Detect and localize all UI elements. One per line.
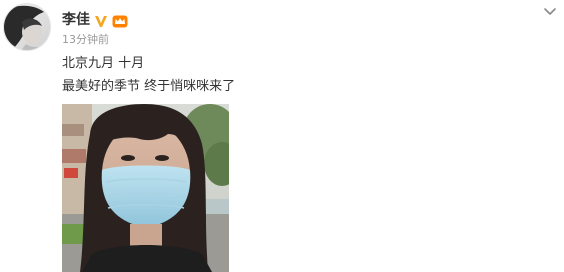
username[interactable]: 李佳 <box>62 10 90 30</box>
post-text-line: 北京九月 十月 <box>62 56 145 71</box>
member-crown-icon[interactable] <box>112 13 128 28</box>
verified-v-icon <box>94 13 108 27</box>
author-row: 李佳 <box>62 10 128 30</box>
avatar[interactable] <box>3 3 51 51</box>
post-text-line: 最美好的季节 终于悄咪咪来了 <box>62 79 236 94</box>
post-timestamp[interactable]: 13分钟前 <box>62 33 109 47</box>
weibo-post-card: 李佳 13分钟前 北京九月 十月 最美好的季节 终于悄咪咪来了 <box>0 0 564 272</box>
avatar-image <box>4 4 50 50</box>
selfie-masked-photo <box>62 104 229 272</box>
post-photo[interactable] <box>62 104 229 272</box>
chevron-down-icon[interactable] <box>542 3 558 19</box>
